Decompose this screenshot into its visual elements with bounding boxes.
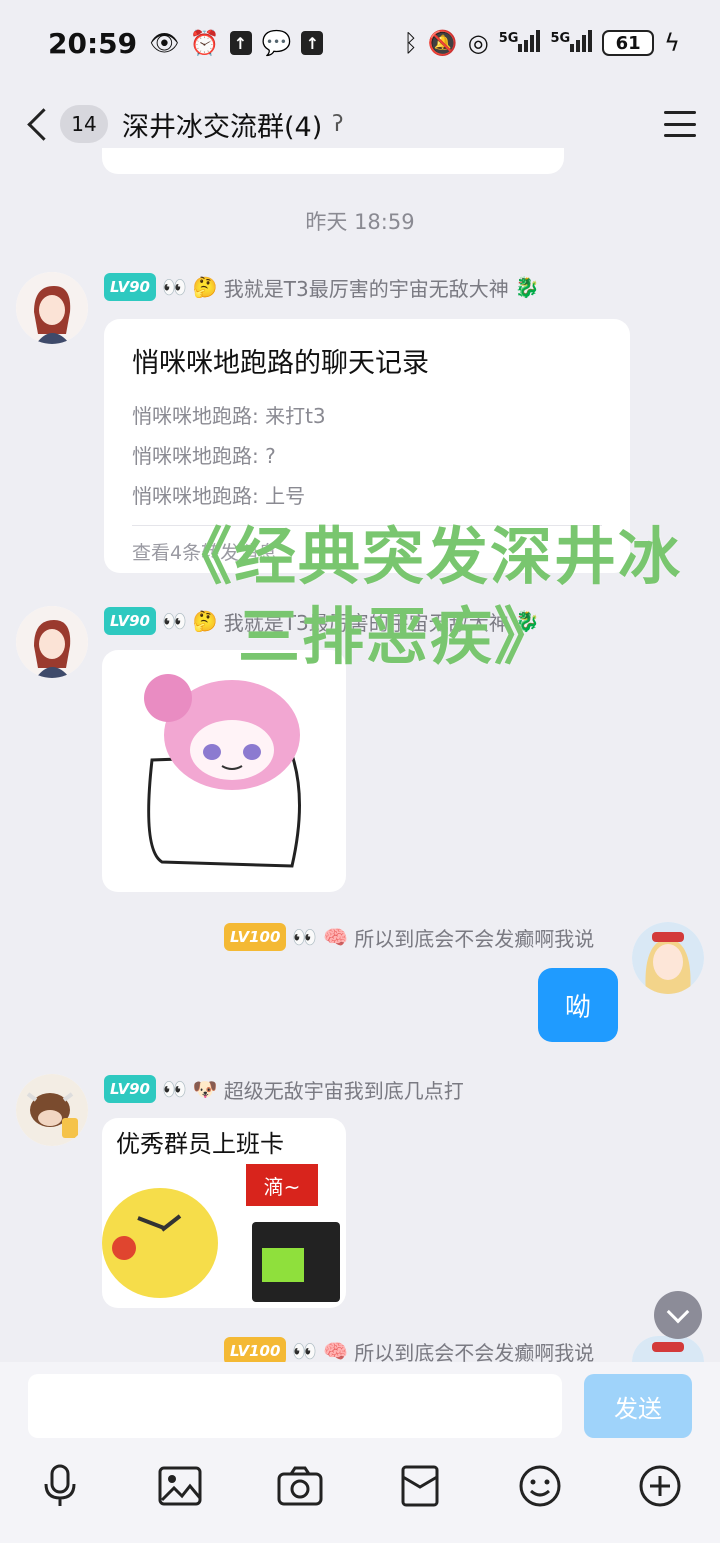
record-line: 悄咪咪地跑路: 上号	[132, 484, 306, 508]
image-icon[interactable]	[150, 1456, 210, 1516]
sender-name[interactable]: 所以到底会不会发癫啊我说	[354, 923, 594, 952]
network-type-2: 5G	[550, 30, 571, 46]
network-type-1: 5G	[498, 30, 519, 46]
sender-meta: LV90 👀 🤔 我就是T3最厉害的宇宙无敌大神 🐉	[104, 272, 540, 302]
scroll-to-bottom-button[interactable]	[654, 1291, 702, 1339]
red-packet-icon[interactable]	[390, 1456, 450, 1516]
eye-icon: 👁	[149, 29, 180, 57]
level-badge: LV90	[104, 1075, 156, 1103]
send-button[interactable]: 发送	[584, 1374, 692, 1438]
status-time: 20:59	[48, 26, 138, 60]
hotspot-icon: ◎	[467, 29, 489, 57]
avatar[interactable]	[632, 922, 704, 994]
mute-icon: 🔕	[427, 29, 458, 57]
sticker-image[interactable]	[102, 650, 346, 892]
brain-icon: 🧠	[323, 925, 349, 949]
level-badge: LV90	[104, 273, 156, 301]
message-input[interactable]	[28, 1374, 562, 1438]
input-toolbar	[0, 1456, 720, 1516]
avatar[interactable]	[16, 1074, 88, 1146]
thinking-face-icon: 🤔	[192, 609, 218, 633]
camera-icon[interactable]	[270, 1456, 330, 1516]
plus-icon[interactable]	[630, 1456, 690, 1516]
level-badge: LV100	[224, 923, 287, 951]
page-title: 深井冰交流群(4)	[122, 111, 323, 143]
sender-meta: LV90 👀 🐶 超级无敌宇宙我到底几点打	[104, 1074, 464, 1104]
ear-icon: ʔ	[332, 111, 344, 137]
level-badge: LV100	[224, 1337, 287, 1365]
level-badge: LV90	[104, 607, 156, 635]
emoji-icon[interactable]	[510, 1456, 570, 1516]
record-line: 悄咪咪地跑路: 来打t3	[132, 404, 326, 428]
avatar[interactable]	[16, 606, 88, 678]
unread-count-badge[interactable]: 14	[60, 105, 108, 143]
signal-icon: 5G	[499, 28, 541, 59]
microphone-icon[interactable]	[30, 1456, 90, 1516]
previous-message-card[interactable]	[102, 148, 564, 174]
message-bubble[interactable]: 呦	[538, 968, 618, 1042]
alarm-icon: ⏰	[189, 29, 220, 57]
back-icon[interactable]	[24, 104, 52, 144]
avatar[interactable]	[16, 272, 88, 344]
timestamp: 昨天 18:59	[305, 210, 415, 234]
overlay-caption-line-1: 《经典突发深井冰	[170, 520, 683, 593]
dragon-icon: 🐉	[514, 275, 540, 299]
sender-meta: LV100 👀 🧠 所以到底会不会发癫啊我说	[224, 922, 594, 952]
brain-icon: 🧠	[323, 1339, 349, 1363]
eyes-icon: 👀	[161, 1077, 187, 1101]
eyes-icon: 👀	[161, 275, 187, 299]
status-bar: 20:59 👁 ⏰ ↑ 💬 ↑ ᛒ 🔕 ◎ 5G 5G 61 ϟ	[0, 0, 720, 86]
charging-icon: ϟ	[664, 29, 680, 57]
signal-icon: 5G	[550, 28, 593, 59]
sender-name[interactable]: 我就是T3最厉害的宇宙无敌大神	[224, 273, 509, 302]
thinking-face-icon: 🤔	[192, 275, 218, 299]
eyes-icon: 👀	[292, 1339, 318, 1363]
sticker-image[interactable]: 优秀群员上班卡 滴~	[102, 1118, 346, 1308]
record-line: 悄咪咪地跑路: ?	[132, 444, 276, 468]
menu-icon[interactable]	[664, 111, 696, 137]
sender-name[interactable]: 超级无敌宇宙我到底几点打	[224, 1075, 464, 1104]
dog-face-icon: 🐶	[192, 1077, 218, 1101]
eyes-icon: 👀	[161, 609, 187, 633]
eyes-icon: 👀	[292, 925, 318, 949]
wechat-icon: 💬	[261, 29, 292, 57]
avatar[interactable]	[632, 1336, 704, 1362]
upload-icon: ↑	[229, 31, 252, 55]
overlay-caption-line-2: 三排恶疾》	[238, 600, 559, 673]
input-area: 发送	[0, 1362, 720, 1543]
battery-indicator: 61	[602, 30, 655, 56]
upload-icon: ↑	[301, 31, 324, 55]
record-title: 悄咪咪地跑路的聊天记录	[132, 348, 429, 379]
bluetooth-icon: ᛒ	[403, 29, 418, 57]
